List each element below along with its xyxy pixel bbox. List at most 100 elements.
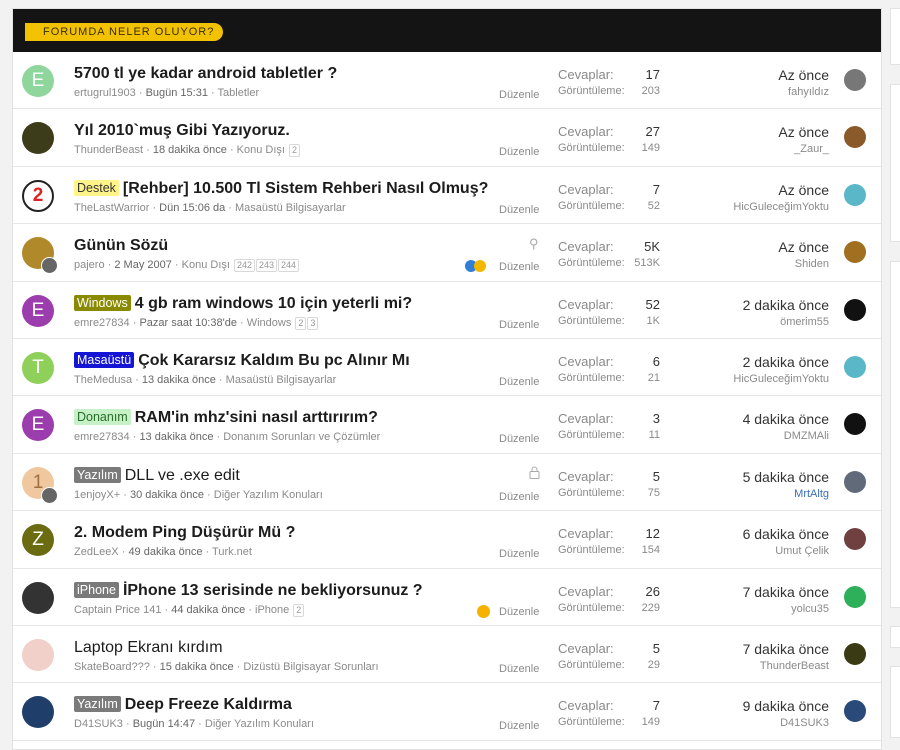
thread-author-link[interactable]: emre27834 (74, 431, 130, 443)
last-poster-avatar[interactable] (844, 528, 866, 551)
last-post-time[interactable]: 9 dakika önce (743, 698, 829, 714)
last-poster-name[interactable]: HicGuleceğimYoktu (733, 201, 829, 213)
thread-forum-link[interactable]: Tabletler (218, 87, 260, 99)
thread-forum-link[interactable]: Konu Dışı (237, 144, 285, 156)
last-post-time[interactable]: 5 dakika önce (743, 469, 829, 485)
thread-prefix-badge[interactable]: Windows (74, 294, 131, 311)
author-avatar[interactable]: E (22, 409, 54, 442)
thread-row[interactable]: Yıl 2010`muş Gibi Yazıyoruz. ThunderBeast… (13, 109, 881, 167)
thread-prefix-badge[interactable]: Yazılım (74, 696, 121, 713)
last-poster-name[interactable]: ömerim55 (743, 316, 829, 328)
thread-author-link[interactable]: pajero (74, 259, 105, 271)
thread-prefix-badge[interactable]: Destek (74, 179, 119, 196)
thread-prefix-badge[interactable]: Masaüstü (74, 351, 135, 368)
thread-row[interactable]: E Donanım RAM'in mhz'sini nasıl arttırırım… (13, 396, 881, 454)
page-jump-link[interactable]: 244 (278, 259, 300, 273)
thread-title-link[interactable]: DLL ve .exe edit (125, 467, 240, 484)
last-poster-avatar[interactable] (844, 183, 866, 206)
thread-author-link[interactable]: TheMedusa (74, 374, 132, 386)
last-poster-avatar[interactable] (844, 470, 866, 493)
edit-link[interactable]: Düzenle (499, 376, 539, 388)
thread-forum-link[interactable]: Konu Dışı (182, 259, 230, 271)
thread-row[interactable]: Günün Sözü pajero · 2 May 2007 · Konu Dış… (13, 224, 881, 282)
thread-start-date[interactable]: 30 dakika önce (130, 489, 204, 501)
thread-title-link[interactable]: Yıl 2010`muş Gibi Yazıyoruz. (74, 122, 290, 139)
thread-title-link[interactable]: 4 gb ram windows 10 için yeterli mi? (135, 295, 412, 312)
last-poster-name[interactable]: _Zaur_ (778, 143, 829, 155)
thread-start-date[interactable]: 44 dakika önce (171, 604, 245, 616)
edit-link[interactable]: Düzenle (499, 606, 539, 618)
page-jump-link[interactable]: 2 (295, 316, 307, 330)
last-poster-avatar[interactable] (844, 413, 866, 436)
last-poster-avatar[interactable] (844, 298, 866, 321)
edit-link[interactable]: Düzenle (499, 319, 539, 331)
last-poster-avatar[interactable] (844, 355, 866, 378)
last-poster-avatar[interactable] (844, 700, 866, 723)
page-jump-link[interactable]: 2 (293, 603, 305, 617)
last-post-time[interactable]: Az önce (778, 67, 829, 83)
last-poster-name[interactable]: fahyıldız (778, 86, 829, 98)
author-avatar[interactable]: Z (22, 524, 54, 557)
thread-forum-link[interactable]: Turk.net (212, 546, 252, 558)
thread-forum-link[interactable]: Diğer Yazılım Konuları (205, 718, 314, 730)
thread-title-link[interactable]: [Rehber] 10.500 Tl Sistem Rehberi Nasıl … (123, 180, 488, 197)
thread-forum-link[interactable]: Donanım Sorunları ve Çözümler (223, 431, 380, 443)
edit-link[interactable]: Düzenle (499, 720, 539, 732)
thread-author-link[interactable]: TheLastWarrior (74, 202, 149, 214)
author-avatar[interactable] (22, 581, 54, 614)
thread-prefix-badge[interactable]: Donanım (74, 409, 131, 426)
last-post-time[interactable]: Az önce (733, 182, 829, 198)
thread-row[interactable]: 2 Destek [Rehber] 10.500 Tl Sistem Rehberi… (13, 167, 881, 225)
thread-row[interactable]: Yazılım Deep Freeze Kaldırma D41SUK3 · Bug… (13, 683, 881, 741)
thread-start-date[interactable]: 15 dakika önce (160, 661, 234, 673)
thread-author-link[interactable]: emre27834 (74, 317, 130, 329)
last-poster-avatar[interactable] (844, 126, 866, 149)
page-jump-link[interactable]: 242 (233, 259, 255, 273)
thread-start-date[interactable]: 13 dakika önce (139, 431, 213, 443)
edit-link[interactable]: Düzenle (499, 261, 539, 273)
last-post-time[interactable]: 2 dakika önce (733, 354, 829, 370)
thread-prefix-badge[interactable]: iPhone (74, 581, 119, 598)
edit-link[interactable]: Düzenle (499, 548, 539, 560)
last-poster-name[interactable]: D41SUK3 (743, 717, 829, 729)
thread-title-link[interactable]: 5700 tl ye kadar android tabletler ? (74, 65, 337, 82)
last-poster-name[interactable]: yolcu35 (743, 603, 829, 615)
thread-title-link[interactable]: Laptop Ekranı kırdım (74, 639, 223, 656)
edit-link[interactable]: Düzenle (499, 146, 539, 158)
last-poster-name[interactable]: DMZMAli (743, 430, 829, 442)
thread-author-link[interactable]: 1enjoyX+ (74, 489, 120, 501)
last-poster-name[interactable]: Shiden (778, 258, 829, 270)
thread-forum-link[interactable]: Masaüstü Bilgisayarlar (235, 202, 346, 214)
edit-link[interactable]: Düzenle (499, 204, 539, 216)
author-avatar[interactable] (22, 696, 54, 729)
edit-link[interactable]: Düzenle (499, 433, 539, 445)
last-post-time[interactable]: Az önce (778, 239, 829, 255)
thread-start-date[interactable]: 13 dakika önce (142, 374, 216, 386)
thread-row[interactable]: Laptop Ekranı kırdım SkateBoard??? · 15 d… (13, 626, 881, 684)
last-poster-avatar[interactable] (844, 585, 866, 608)
thread-forum-link[interactable]: Dizüstü Bilgisayar Sorunları (243, 661, 378, 673)
last-poster-avatar[interactable] (844, 642, 866, 665)
thread-row[interactable]: E Windows 4 gb ram windows 10 için yeterli… (13, 282, 881, 339)
thread-author-link[interactable]: SkateBoard??? (74, 661, 150, 673)
author-avatar[interactable] (22, 122, 54, 155)
thread-forum-link[interactable]: Windows (247, 317, 292, 329)
page-jump-link[interactable]: 2 (288, 144, 300, 158)
thread-author-link[interactable]: ThunderBeast (74, 144, 143, 156)
last-poster-name[interactable]: MrtAltg (743, 488, 829, 500)
thread-author-link[interactable]: Captain Price 141 (74, 604, 161, 616)
thread-title-link[interactable]: RAM'in mhz'sini nasıl arttırırım? (135, 409, 378, 426)
thread-author-link[interactable]: D41SUK3 (74, 718, 123, 730)
edit-link[interactable]: Düzenle (499, 663, 539, 675)
last-poster-name[interactable]: HicGuleceğimYoktu (733, 373, 829, 385)
page-jump-link[interactable]: 243 (255, 259, 277, 273)
thread-row[interactable]: iPhone İPhone 13 serisinde ne bekliyorsun… (13, 569, 881, 626)
author-avatar[interactable]: 2 (22, 179, 54, 212)
thread-start-date[interactable]: Dün 15:06 da (159, 202, 225, 214)
last-post-time[interactable]: 7 dakika önce (743, 584, 829, 600)
thread-title-link[interactable]: İPhone 13 serisinde ne bekliyorsunuz ? (123, 582, 423, 599)
thread-row[interactable]: 1 Yazılım DLL ve .exe edit 1enjoyX+ · 30 da… (13, 454, 881, 512)
page-jump-link[interactable]: 3 (307, 316, 319, 330)
thread-start-date[interactable]: Bugün 15:31 (146, 87, 208, 99)
thread-forum-link[interactable]: Diğer Yazılım Konuları (214, 489, 323, 501)
